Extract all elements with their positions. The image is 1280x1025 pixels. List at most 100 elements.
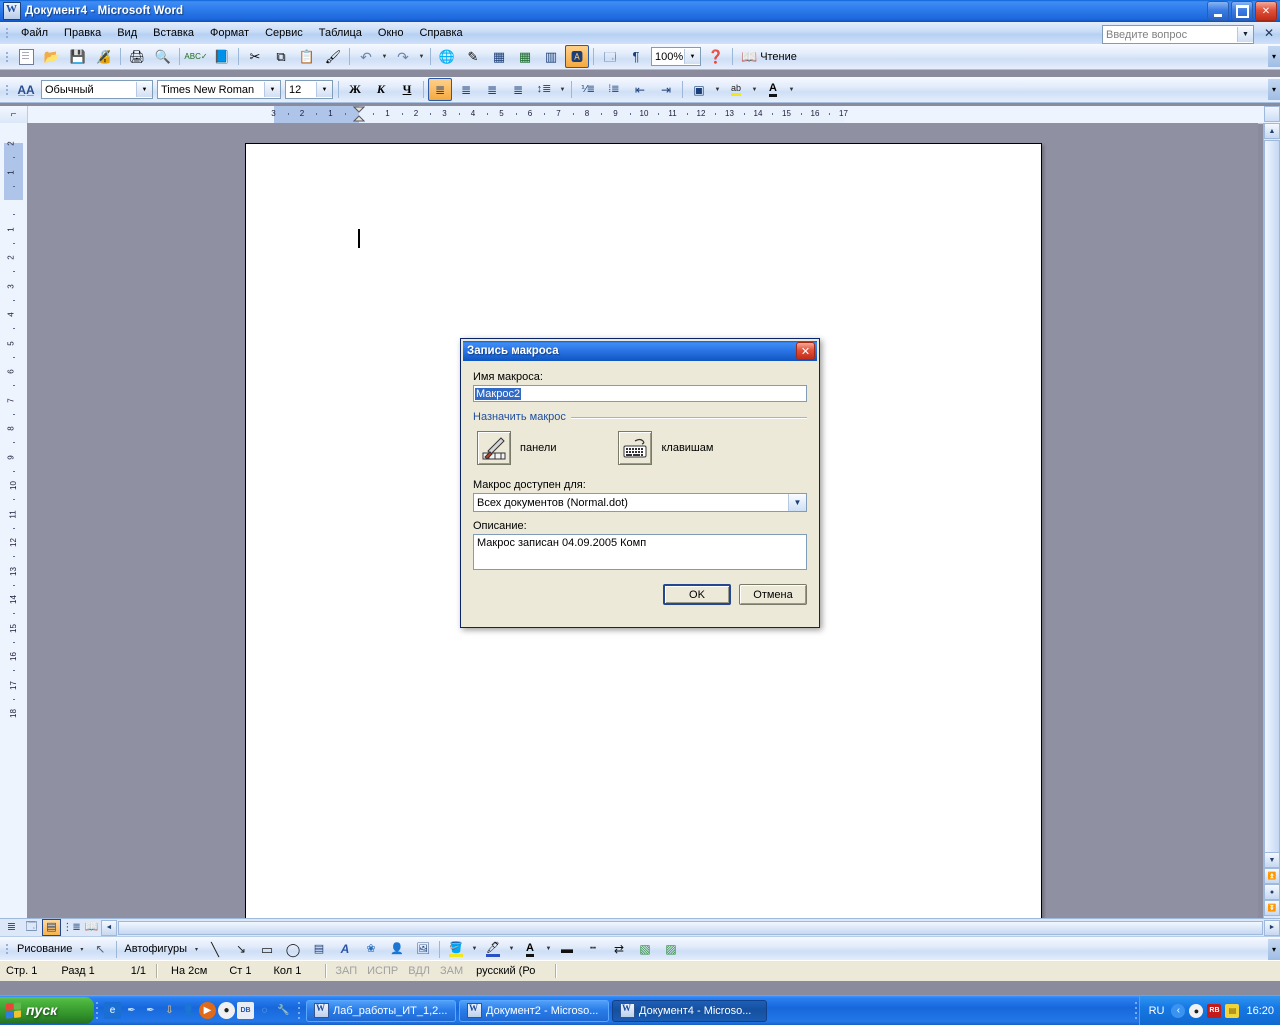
macro-description-textarea[interactable]: Макрос записан 04.09.2005 Комп [473,534,807,570]
task-button[interactable]: Лаб_работы_ИТ_1,2... [306,999,456,1022]
horizontal-scroll-thumb[interactable] [118,920,1263,935]
reading-layout-view-icon[interactable]: 📖 [82,919,101,936]
status-ovr[interactable]: ЗАМ [435,965,468,977]
print-layout-view-icon[interactable]: ▤ [42,919,61,936]
menu-insert[interactable]: Вставка [145,24,202,42]
shadow-style-icon[interactable]: ▧ [633,938,657,961]
menu-drag-handle[interactable] [3,25,11,41]
line-spacing-dropdown-icon[interactable]: ▼ [557,79,568,100]
panda-tray-icon[interactable]: ● [1189,1003,1204,1018]
drawing-toolbar-drag-handle[interactable] [3,941,11,957]
chevron-down-icon[interactable]: ▼ [264,82,280,97]
help-icon[interactable]: ❓ [704,45,728,68]
previous-page-icon[interactable]: ⏫ [1264,868,1280,884]
scroll-up-icon[interactable]: ▲ [1264,123,1280,139]
autoshapes-label[interactable]: Автофигуры [120,943,191,955]
menu-help[interactable]: Справка [411,24,470,42]
italic-button[interactable]: К [369,78,393,101]
close-icon[interactable]: ✕ [1264,26,1274,40]
assign-toolbars-label[interactable]: панели [520,442,556,454]
paste-icon[interactable]: 📋 [295,45,319,68]
menu-window[interactable]: Окно [370,24,412,42]
standard-toolbar-drag-handle[interactable] [3,49,11,65]
drawing-menu-arrow-icon[interactable]: ▾ [76,939,87,960]
notes-tray-icon[interactable]: ▤ [1225,1003,1240,1018]
clock[interactable]: 16:20 [1243,1005,1274,1017]
line-color-dropdown-icon[interactable]: ▼ [506,939,517,960]
task-button[interactable]: Документ2 - Microso... [459,999,609,1022]
web-layout-view-icon[interactable]: 🗔 [22,919,41,936]
scroll-right-icon[interactable]: ► [1264,919,1280,936]
cancel-button[interactable]: Отмена [739,584,807,605]
dash-style-icon[interactable]: ┅ [581,938,605,961]
tables-and-borders-icon[interactable]: ✎ [461,45,485,68]
hyperlink-icon[interactable]: 🌐 [435,45,459,68]
fill-color-dropdown-icon[interactable]: ▼ [469,939,480,960]
copy-icon[interactable]: ⧉ [269,45,293,68]
minimize-button[interactable] [1207,1,1229,21]
media-link-icon[interactable]: ✒ [142,1002,159,1019]
menu-file[interactable]: Файл [13,24,56,42]
language-indicator[interactable]: RU [1146,1005,1168,1017]
toolbar-options-icon[interactable]: ▾ [1268,938,1280,960]
undo-dropdown-icon[interactable]: ▼ [379,46,390,67]
oval-icon[interactable]: ◯ [281,938,305,961]
font-color-icon[interactable]: A [761,78,785,101]
arrow-style-icon[interactable]: ⇄ [607,938,631,961]
close-button[interactable]: ✕ [1255,1,1277,21]
horizontal-ruler[interactable]: ⌐ 3 2 1 1 2 3 4 5 6 7 8 9 10 11 12 13 14 15 16 17 [0,106,1280,124]
insert-excel-sheet-icon[interactable]: ▦ [513,45,537,68]
vertical-scrollbar[interactable]: ▲ ▼ ⏫ ● ⏬ [1263,123,1280,918]
bold-button[interactable]: Ж [343,78,367,101]
font-combo[interactable]: Times New Roman ▼ [157,80,281,99]
columns-icon[interactable]: ▥ [539,45,563,68]
underline-button[interactable]: Ч [395,78,419,101]
borders-dropdown-icon[interactable]: ▼ [712,79,723,100]
highlight-icon[interactable]: ab [724,78,748,101]
tools-icon[interactable]: 🔧 [275,1002,292,1019]
horizontal-ruler-track[interactable]: 3 2 1 1 2 3 4 5 6 7 8 9 10 11 12 13 14 15 16 17 [28,106,1280,123]
align-center-icon[interactable]: ≣ [454,78,478,101]
outline-view-icon[interactable]: ⋮≣ [62,919,81,936]
chevron-down-icon[interactable]: ▼ [136,82,152,97]
font-color-dropdown-icon[interactable]: ▼ [786,79,797,100]
macro-store-select[interactable]: Всех документов (Normal.dot) ▼ [473,493,807,512]
autoshapes-arrow-icon[interactable]: ▾ [191,939,202,960]
new-document-icon[interactable] [14,45,38,68]
font-size-combo[interactable]: 12 ▼ [285,80,333,99]
reading-layout-button[interactable]: 📖 Чтение [737,45,801,68]
select-objects-icon[interactable]: ↖ [88,938,112,961]
close-icon[interactable]: ✕ [796,342,815,360]
font-color-dropdown-icon[interactable]: ▼ [543,939,554,960]
chevron-down-icon[interactable]: ▼ [1237,27,1253,42]
decrease-indent-icon[interactable]: ⇤ [628,78,652,101]
styles-and-formatting-icon[interactable]: A̲A̲ [14,78,38,101]
rectangle-icon[interactable]: ▭ [255,938,279,961]
status-ext[interactable]: ВДЛ [403,965,435,977]
redo-dropdown-icon[interactable]: ▼ [416,46,427,67]
chevron-down-icon[interactable]: ▼ [316,82,332,97]
insert-table-icon[interactable]: ▦ [487,45,511,68]
menu-table[interactable]: Таблица [311,24,370,42]
menu-tools[interactable]: Сервис [257,24,311,42]
start-button[interactable]: пуск [0,997,94,1024]
font-color-icon[interactable]: A [518,938,542,961]
panda-antivirus-icon[interactable]: ● [218,1002,235,1019]
open-icon[interactable]: 📂 [40,45,64,68]
toolbar-options-icon[interactable]: ▾ [1268,46,1280,67]
tab-stop-left-icon[interactable]: ⌐ [0,106,28,123]
highlight-dropdown-icon[interactable]: ▼ [749,79,760,100]
drawing-menu-label[interactable]: Рисование [13,943,76,955]
text-box-icon[interactable]: ▤ [307,938,331,961]
borders-icon[interactable]: ▣ [687,78,711,101]
normal-view-icon[interactable]: ≣ [2,919,21,936]
scroll-down-icon[interactable]: ▼ [1264,852,1280,868]
menu-edit[interactable]: Правка [56,24,109,42]
db-tool-icon[interactable]: DB [237,1002,254,1019]
cut-icon[interactable]: ✂ [243,45,267,68]
ask-a-question-box[interactable]: Введите вопрос ▼ [1102,25,1254,44]
line-color-icon[interactable]: 🖊 [481,938,505,961]
status-trk[interactable]: ИСПР [362,965,403,977]
format-painter-icon[interactable]: 🖌 [321,45,345,68]
volume-icon[interactable]: ‹ [1171,1003,1186,1018]
